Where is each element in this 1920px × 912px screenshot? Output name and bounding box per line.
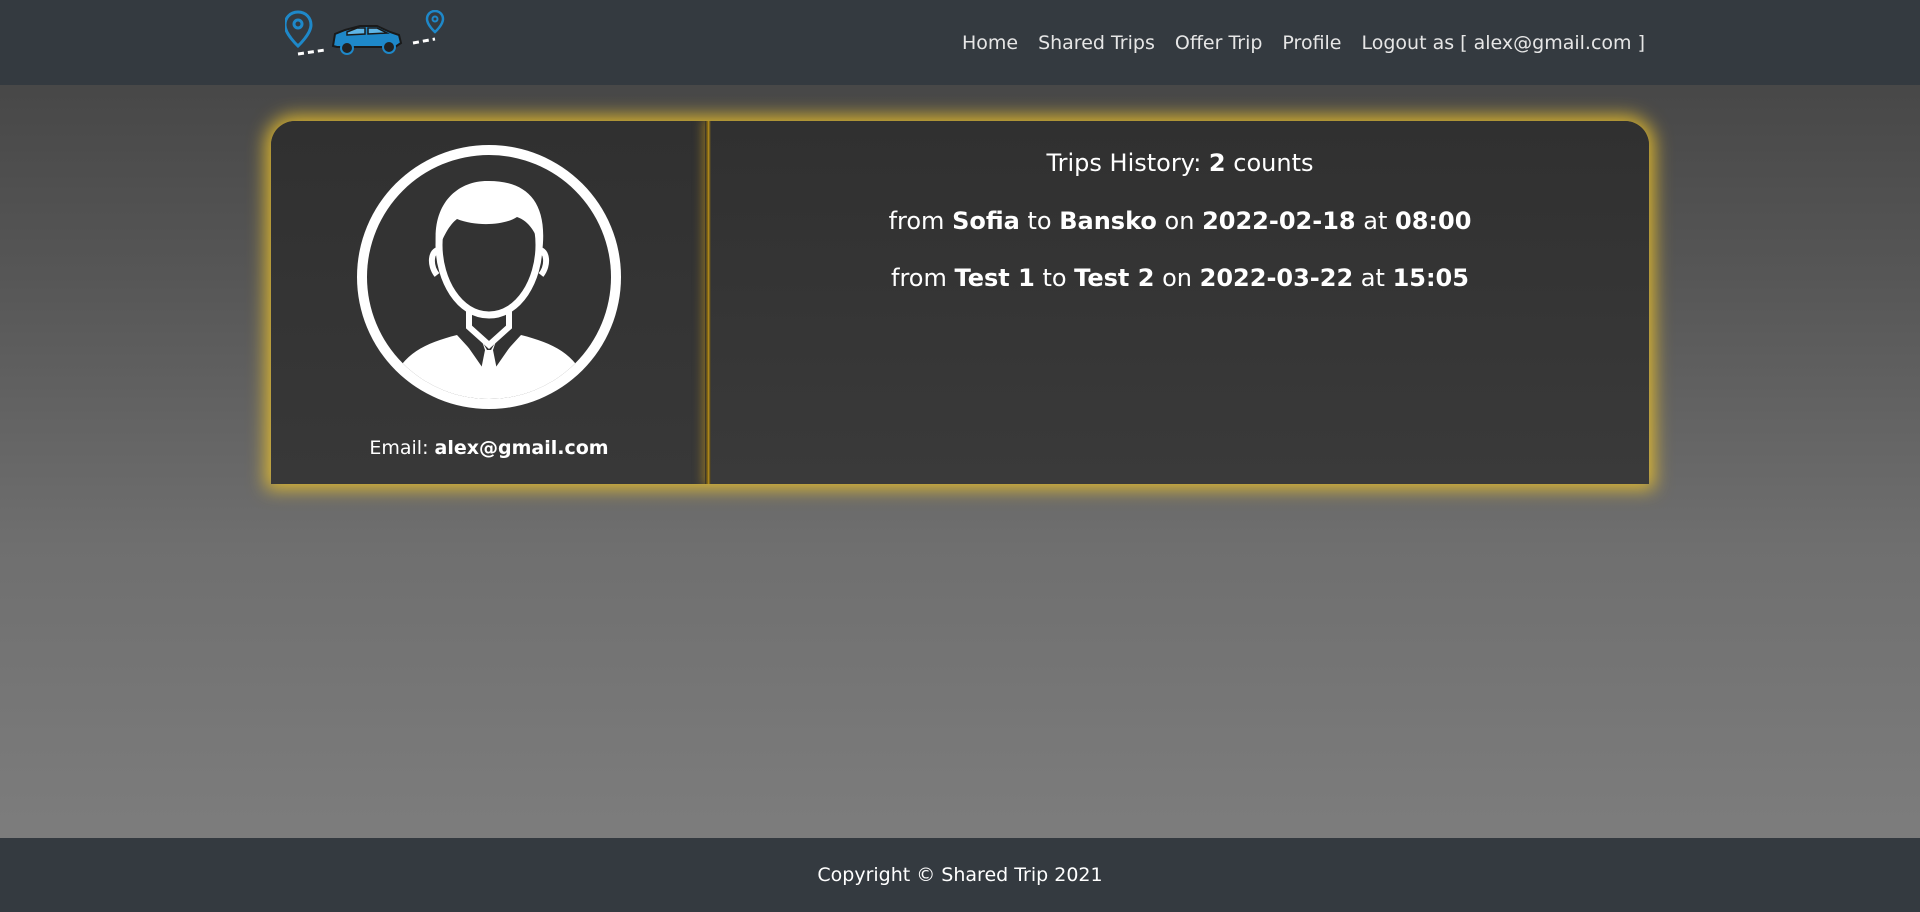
- trips-history-panel: Trips History: 2 counts from Sofia to Ba…: [711, 121, 1649, 484]
- trip-origin: Test 1: [954, 264, 1035, 292]
- footer: Copyright © Shared Trip 2021: [0, 838, 1920, 912]
- nav-home-link[interactable]: Home: [962, 32, 1018, 54]
- footer-copyright: Copyright © Shared Trip 2021: [817, 864, 1103, 886]
- trip-to-word: to: [1042, 264, 1067, 292]
- trip-destination: Bansko: [1059, 207, 1157, 235]
- trip-at-word: at: [1360, 264, 1385, 292]
- trip-time: 15:05: [1392, 264, 1469, 292]
- trips-history-title: Trips History: 2 counts: [711, 149, 1649, 177]
- history-title-suffix: counts: [1233, 149, 1314, 177]
- car-route-logo-icon[interactable]: [285, 10, 450, 65]
- history-title-prefix: Trips History:: [1046, 149, 1202, 177]
- trip-to-word: to: [1027, 207, 1052, 235]
- trip-destination: Test 2: [1074, 264, 1155, 292]
- email-value: alex@gmail.com: [434, 437, 609, 459]
- trip-at-word: at: [1363, 207, 1388, 235]
- nav-logout-link[interactable]: Logout as [ alex@gmail.com ]: [1362, 32, 1646, 54]
- email-label: Email:: [369, 437, 429, 459]
- trip-time: 08:00: [1395, 207, 1472, 235]
- nav-shared-trips-link[interactable]: Shared Trips: [1038, 32, 1155, 54]
- history-count: 2: [1208, 149, 1226, 177]
- trip-origin: Sofia: [952, 207, 1020, 235]
- profile-email: Email: alex@gmail.com: [271, 437, 707, 459]
- user-avatar-icon: [357, 145, 621, 409]
- nav-profile-link[interactable]: Profile: [1282, 32, 1341, 54]
- profile-card: Email: alex@gmail.com Trips History: 2 c…: [271, 121, 1649, 484]
- trip-from-word: from: [888, 207, 945, 235]
- profile-panel: Email: alex@gmail.com: [271, 121, 707, 484]
- trip-history-item: from Test 1 to Test 2 on 2022-03-22 at 1…: [711, 264, 1649, 292]
- trip-from-word: from: [891, 264, 947, 292]
- trip-date: 2022-02-18: [1202, 207, 1356, 235]
- trip-on-word: on: [1164, 207, 1195, 235]
- trip-on-word: on: [1162, 264, 1192, 292]
- nav-offer-trip-link[interactable]: Offer Trip: [1175, 32, 1263, 54]
- navbar: Home Shared Trips Offer Trip Profile Log…: [0, 0, 1920, 85]
- trip-history-item: from Sofia to Bansko on 2022-02-18 at 08…: [711, 207, 1649, 235]
- nav-links: Home Shared Trips Offer Trip Profile Log…: [962, 0, 1645, 85]
- trip-date: 2022-03-22: [1199, 264, 1354, 292]
